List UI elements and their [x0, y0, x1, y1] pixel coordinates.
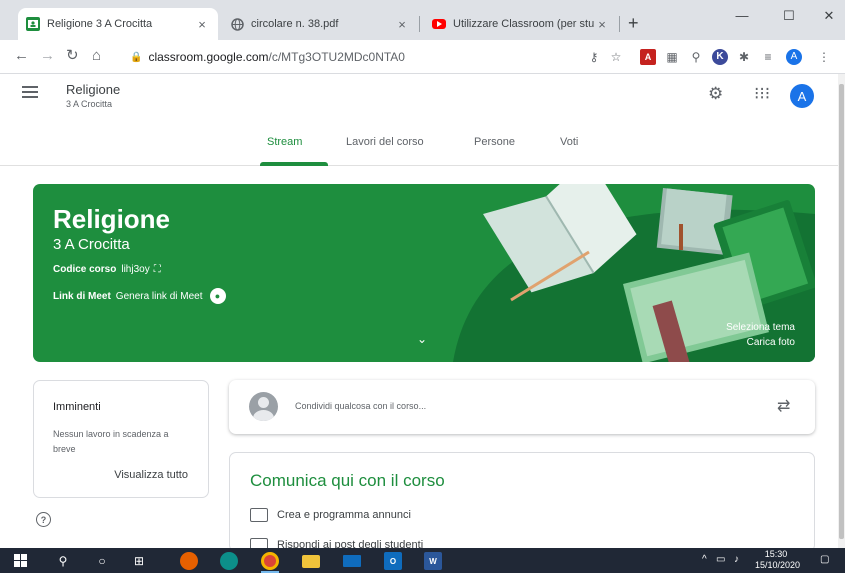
- tab-separator: [419, 16, 420, 32]
- course-code-label: Codice corso: [53, 264, 117, 275]
- page-scrollbar[interactable]: [838, 74, 845, 548]
- taskbar-clock[interactable]: 15:30 15/10/2020: [755, 549, 801, 571]
- youtube-icon: [432, 19, 446, 29]
- task-view-icon[interactable]: ⊞: [130, 552, 148, 570]
- profile-avatar[interactable]: A: [786, 49, 802, 65]
- address-bar[interactable]: 🔒 classroom.google.com/c/MTg3OTU2MDc0NTA…: [130, 47, 630, 67]
- list-item: Crea e programma annunci: [250, 508, 411, 522]
- minimize-button[interactable]: —: [727, 8, 757, 23]
- windows-taskbar: ⚲ ○ ⊞ O W ^ ▭ ♪ 15:30 15/10/2020 ▢: [0, 548, 845, 573]
- classroom-header: Religione 3 A Crocitta ⚙ ⁝⁝⁝ A Stream La…: [0, 74, 845, 166]
- repost-icon[interactable]: ⇄: [777, 396, 790, 416]
- tab-circolare-pdf[interactable]: circolare n. 38.pdf ×: [222, 8, 418, 40]
- edge-icon[interactable]: [220, 552, 238, 570]
- grid-extension-icon[interactable]: ▦: [664, 49, 680, 65]
- upcoming-title: Imminenti: [53, 401, 101, 413]
- notifications-icon[interactable]: ▢: [820, 554, 829, 565]
- firefox-icon[interactable]: [180, 552, 198, 570]
- key-icon[interactable]: ⚷: [586, 49, 602, 65]
- view-all-button[interactable]: Visualizza tutto: [114, 469, 188, 481]
- select-theme-link[interactable]: Seleziona tema: [726, 322, 795, 333]
- meet-label: Link di Meet: [53, 290, 111, 302]
- settings-gear-icon[interactable]: ⚙: [708, 84, 723, 104]
- file-explorer-icon[interactable]: [302, 555, 320, 568]
- chrome-icon[interactable]: [261, 552, 279, 570]
- new-tab-button[interactable]: +: [628, 14, 639, 32]
- list-item-label: Crea e programma annunci: [277, 509, 411, 521]
- announcement-icon: [250, 508, 268, 522]
- help-icon[interactable]: ?: [36, 512, 51, 527]
- tab-grades[interactable]: Voti: [560, 136, 578, 148]
- bookmark-star-icon[interactable]: ☆: [608, 49, 624, 65]
- communicate-title: Comunica qui con il corso: [250, 471, 445, 490]
- class-banner: Religione 3 A Crocitta Codice corso lihj…: [33, 184, 815, 362]
- back-arrow-icon[interactable]: ←: [14, 48, 29, 64]
- forward-arrow-icon[interactable]: →: [40, 48, 55, 64]
- clock-time: 15:30: [764, 549, 788, 559]
- browser-tab-strip: Religione 3 A Crocitta × circolare n. 38…: [0, 0, 845, 40]
- tab-close-icon[interactable]: ×: [194, 17, 210, 32]
- main-menu-icon[interactable]: [22, 86, 38, 98]
- apps-grid-icon[interactable]: ⁝⁝⁝: [754, 84, 770, 104]
- share-placeholder[interactable]: Condividi qualcosa con il corso...: [295, 401, 426, 411]
- tab-close-icon[interactable]: ×: [394, 17, 410, 32]
- globe-icon: [230, 17, 244, 31]
- tab-title: Religione 3 A Crocitta: [47, 18, 153, 30]
- volume-icon[interactable]: ♪: [734, 554, 739, 565]
- scrollbar-thumb[interactable]: [839, 84, 844, 539]
- acrobat-extension-icon[interactable]: A: [640, 49, 656, 65]
- close-window-button[interactable]: ✕: [814, 8, 844, 24]
- user-avatar: [249, 392, 278, 421]
- course-code-value[interactable]: lihj3oy: [121, 264, 149, 275]
- meet-chat-icon[interactable]: ●: [209, 288, 226, 304]
- lock-icon: 🔒: [130, 51, 143, 63]
- tab-title: Utilizzare Classroom (per studenti: [453, 18, 594, 30]
- tray-chevron-icon[interactable]: ^: [702, 554, 707, 565]
- home-icon[interactable]: ⌂: [92, 48, 101, 64]
- tab-classwork[interactable]: Lavori del corso: [346, 136, 424, 148]
- cortana-icon[interactable]: ○: [93, 552, 111, 570]
- chevron-down-icon[interactable]: ⌄: [417, 332, 427, 346]
- classroom-icon: [26, 17, 40, 31]
- tab-title: circolare n. 38.pdf: [251, 18, 339, 30]
- banner-title: Religione: [53, 204, 171, 234]
- tab-people[interactable]: Persone: [474, 136, 515, 148]
- url-host: classroom.google.com: [148, 50, 269, 64]
- meet-link-row: Link di Meet Genera link di Meet ●: [53, 288, 226, 304]
- generate-meet-link[interactable]: Genera link di Meet: [116, 291, 203, 302]
- browser-menu-icon[interactable]: ⋮: [816, 49, 832, 65]
- reading-list-icon[interactable]: ≡: [760, 49, 776, 65]
- communicate-card: Comunica qui con il corso Crea e program…: [229, 452, 815, 552]
- browser-toolbar: ← → ↻ ⌂ 🔒 classroom.google.com/c/MTg3OTU…: [0, 40, 845, 74]
- fullscreen-icon[interactable]: ⛶: [154, 264, 161, 275]
- reload-icon[interactable]: ↻: [66, 48, 79, 64]
- maximize-button[interactable]: ☐: [774, 8, 804, 24]
- tab-classroom[interactable]: Religione 3 A Crocitta ×: [18, 8, 218, 40]
- windows-start-icon[interactable]: [14, 554, 27, 567]
- upcoming-card: Imminenti Nessun lavoro in scadenza a br…: [33, 380, 209, 498]
- upload-photo-link[interactable]: Carica foto: [747, 337, 795, 348]
- tab-separator: [619, 16, 620, 32]
- person-extension-icon[interactable]: ⚲: [688, 49, 704, 65]
- k-extension-icon[interactable]: K: [712, 49, 728, 65]
- search-icon[interactable]: ⚲: [54, 552, 72, 570]
- active-tab-indicator: [260, 162, 328, 166]
- class-section: 3 A Crocitta: [66, 99, 113, 109]
- word-icon[interactable]: W: [424, 552, 442, 570]
- tab-stream[interactable]: Stream: [267, 136, 302, 148]
- tab-youtube[interactable]: Utilizzare Classroom (per studenti ×: [424, 8, 618, 40]
- outlook-icon[interactable]: O: [384, 552, 402, 570]
- share-box[interactable]: Condividi qualcosa con il corso... ⇄: [229, 380, 815, 434]
- course-code-row: Codice corso lihj3oy ⛶: [53, 264, 161, 275]
- network-icon[interactable]: ▭: [716, 554, 725, 565]
- mail-icon[interactable]: [343, 555, 361, 567]
- puzzle-extensions-icon[interactable]: ✱: [736, 49, 752, 65]
- class-title[interactable]: Religione: [66, 82, 120, 97]
- banner-subtitle: 3 A Crocitta: [53, 236, 130, 253]
- clock-date: 15/10/2020: [755, 560, 801, 570]
- account-avatar[interactable]: A: [790, 84, 814, 108]
- url-path: /c/MTg3OTU2MDc0NTA0: [268, 50, 405, 64]
- upcoming-empty-text: Nessun lavoro in scadenza a breve: [53, 429, 169, 454]
- tab-close-icon[interactable]: ×: [594, 17, 610, 32]
